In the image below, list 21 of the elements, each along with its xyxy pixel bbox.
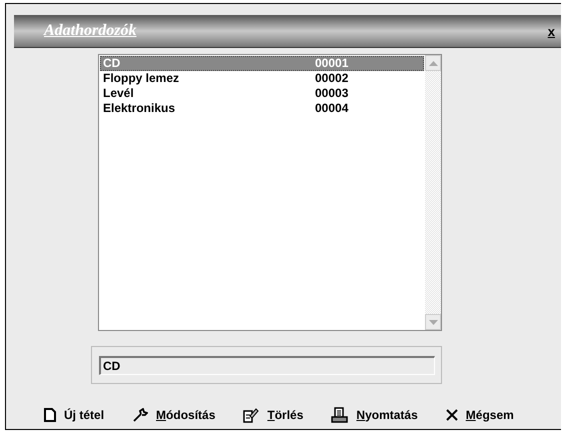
wrench-icon [132,408,148,422]
printer-icon [331,407,348,423]
toolbar-button[interactable]: Mégsem [446,405,514,425]
scroll-down-button[interactable] [425,314,441,330]
scroll-up-button[interactable] [425,55,441,71]
toolbar-button[interactable]: Módosítás [132,405,216,425]
up-arrow-icon [428,60,438,66]
down-arrow-icon [428,320,438,324]
list-item[interactable]: Floppy lemez 00002 [100,71,424,86]
toolbar-button[interactable]: Törlés [243,405,304,425]
close-button[interactable]: x [542,24,561,38]
scrollbar[interactable] [425,55,441,330]
document-icon [44,408,56,422]
list-item[interactable]: CD 00001 [100,56,424,71]
input-field[interactable]: CD [99,356,435,375]
list-item[interactable]: Elektronikus 00004 [100,101,424,116]
list-item[interactable]: Levél 00003 [100,86,424,101]
toolbar-button[interactable]: Új tétel [44,405,104,425]
toolbar-button[interactable]: Nyomtatás [331,405,418,425]
close-icon [446,409,458,421]
window-title: Adathordozók [44,22,136,40]
